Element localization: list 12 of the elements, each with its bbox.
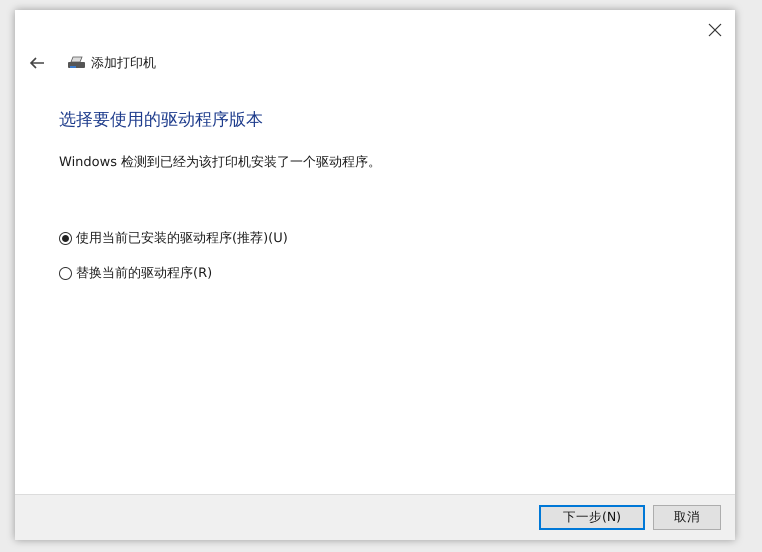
page-heading: 选择要使用的驱动程序版本 (59, 109, 264, 131)
printer-icon (67, 56, 87, 70)
option-label[interactable]: 替换当前的驱动程序(R) (76, 264, 212, 282)
back-arrow-icon[interactable] (29, 57, 45, 69)
window-title: 添加打印机 (91, 55, 156, 72)
option-label[interactable]: 使用当前已安装的驱动程序(推荐)(U) (76, 229, 288, 247)
next-button[interactable]: 下一步(N) (539, 505, 645, 530)
radio-button[interactable] (59, 232, 72, 244)
close-icon[interactable] (707, 22, 723, 38)
description-text: Windows 检测到已经为该打印机安装了一个驱动程序。 (59, 154, 382, 171)
radio-button[interactable] (59, 266, 72, 280)
cancel-button[interactable]: 取消 (653, 505, 721, 530)
